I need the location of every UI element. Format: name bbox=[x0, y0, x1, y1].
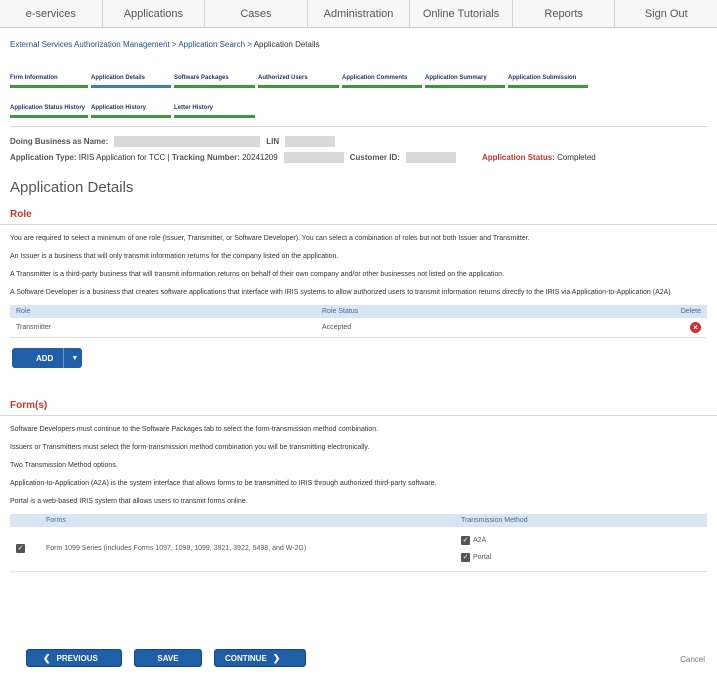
table-row: Transmitter Accepted × bbox=[10, 318, 707, 338]
app-type-value: IRIS Application for TCC bbox=[78, 152, 166, 162]
method-cell: ✓ A2A ✓ Portal bbox=[455, 527, 707, 572]
info-row-business: Doing Business as Name: LIN bbox=[10, 133, 707, 149]
tab-software-packages[interactable]: Software Packages bbox=[174, 75, 255, 88]
tab-application-status-history[interactable]: Application Status History bbox=[10, 105, 88, 118]
method-header: Transmission Method bbox=[455, 514, 707, 527]
save-button[interactable]: SAVE bbox=[134, 649, 202, 667]
role-status-header: Role Status bbox=[316, 305, 667, 318]
continue-label: CONTINUE bbox=[225, 653, 267, 663]
portal-checkbox[interactable]: ✓ bbox=[461, 552, 470, 562]
chevron-left-icon: ❮ bbox=[43, 652, 51, 663]
tab-application-summary[interactable]: Application Summary bbox=[425, 75, 505, 88]
tracking-redacted bbox=[283, 151, 344, 163]
tab-application-comments[interactable]: Application Comments bbox=[342, 75, 422, 88]
application-tabs: Firm Information Application Details Sof… bbox=[0, 56, 717, 118]
action-buttons: ❮ PREVIOUS SAVE CONTINUE ❯ bbox=[26, 649, 306, 667]
breadcrumb-current: Application Details bbox=[253, 40, 320, 49]
role-paragraph-4: A Software Developer is a business that … bbox=[10, 289, 671, 296]
delete-header: Delete bbox=[667, 305, 707, 318]
table-row: ✓ Form 1099 Series (includes Forms 1097,… bbox=[10, 527, 707, 572]
tab-application-details[interactable]: Application Details bbox=[91, 75, 171, 88]
tracking-value: 20241209 bbox=[242, 152, 278, 162]
forms-table: Forms Transmission Method ✓ Form 1099 Se… bbox=[10, 514, 707, 572]
chevron-right-icon: ❯ bbox=[272, 652, 281, 663]
status-value: Completed bbox=[557, 152, 596, 162]
role-cell: Transmitter bbox=[10, 318, 316, 338]
role-status-cell: Accepted bbox=[316, 318, 667, 338]
role-paragraph-1: You are required to select a minimum of … bbox=[10, 235, 530, 242]
dba-label: Doing Business as Name: bbox=[10, 136, 109, 146]
continue-button[interactable]: CONTINUE ❯ bbox=[214, 649, 306, 667]
previous-label: PREVIOUS bbox=[56, 653, 98, 663]
app-type-label: Application Type: bbox=[10, 152, 77, 162]
select-header bbox=[10, 514, 40, 527]
forms-header: Forms bbox=[40, 514, 455, 527]
add-role-button[interactable]: ADD ▼ bbox=[12, 348, 82, 368]
add-label: ADD bbox=[12, 348, 65, 368]
nav-cases[interactable]: Cases bbox=[205, 0, 308, 27]
previous-button[interactable]: ❮ PREVIOUS bbox=[26, 649, 122, 667]
form-name-cell: Form 1099 Series (includes Forms 1097, 1… bbox=[40, 527, 455, 572]
top-navigation: e-services Applications Cases Administra… bbox=[0, 0, 717, 28]
forms-paragraph-5: Portal is a web-based IRIS system that a… bbox=[10, 498, 248, 505]
status-label: Application Status: bbox=[481, 152, 555, 162]
tab-firm-information[interactable]: Firm Information bbox=[10, 75, 88, 88]
info-row-application: Application Type: IRIS Application for T… bbox=[10, 151, 596, 163]
caret-down-icon[interactable]: ▼ bbox=[64, 355, 85, 362]
a2a-checkbox[interactable]: ✓ bbox=[461, 535, 470, 545]
lin-label: LIN bbox=[266, 136, 280, 146]
role-header: Role bbox=[10, 305, 316, 318]
tab-authorized-users[interactable]: Authorized Users bbox=[258, 75, 339, 88]
nav-reports[interactable]: Reports bbox=[513, 0, 616, 27]
role-table: Role Role Status Delete Transmitter Acce… bbox=[10, 305, 707, 338]
breadcrumb: External Services Authorization Manageme… bbox=[0, 28, 717, 56]
portal-label: Portal bbox=[473, 553, 492, 561]
role-section-title: Role bbox=[0, 201, 717, 225]
forms-paragraph-2: Issuers or Transmitters must select the … bbox=[10, 444, 370, 451]
customer-id-redacted bbox=[405, 151, 456, 163]
forms-section-title: Form(s) bbox=[0, 392, 717, 416]
nav-applications[interactable]: Applications bbox=[103, 0, 206, 27]
dba-value-redacted bbox=[114, 135, 261, 147]
forms-paragraph-1: Software Developers must continue to the… bbox=[10, 426, 379, 433]
delete-icon[interactable]: × bbox=[690, 322, 701, 333]
tab-row-1: Firm Information Application Details Sof… bbox=[10, 62, 707, 88]
role-paragraph-3: A Transmitter is a third-party business … bbox=[10, 271, 505, 278]
page-title: Application Details bbox=[10, 179, 134, 196]
tab-row-2: Application Status History Application H… bbox=[10, 92, 707, 118]
tab-letter-history[interactable]: Letter History bbox=[174, 105, 255, 118]
breadcrumb-links[interactable]: External Services Authorization Manageme… bbox=[10, 40, 254, 49]
nav-administration[interactable]: Administration bbox=[308, 0, 411, 27]
forms-paragraph-4: Application-to-Application (A2A) is the … bbox=[10, 480, 437, 487]
tracking-label: Tracking Number: bbox=[171, 152, 240, 162]
nav-sign-out[interactable]: Sign Out bbox=[615, 0, 717, 27]
application-info: Doing Business as Name: LIN Application … bbox=[0, 127, 717, 165]
form-checkbox[interactable]: ✓ bbox=[16, 544, 25, 554]
tab-application-history[interactable]: Application History bbox=[91, 105, 171, 118]
nav-online-tutorials[interactable]: Online Tutorials bbox=[410, 0, 513, 27]
tab-application-submission[interactable]: Application Submission bbox=[508, 75, 588, 88]
cancel-link[interactable]: Cancel bbox=[680, 655, 705, 664]
save-label: SAVE bbox=[157, 653, 179, 663]
nav-e-services[interactable]: e-services bbox=[0, 0, 103, 27]
customer-id-label: Customer ID: bbox=[349, 152, 400, 162]
a2a-label: A2A bbox=[473, 536, 487, 544]
role-paragraph-2: An Issuer is a business that will only t… bbox=[10, 253, 339, 260]
lin-value-redacted bbox=[285, 135, 336, 147]
forms-paragraph-3: Two Transmission Method options. bbox=[10, 462, 118, 469]
